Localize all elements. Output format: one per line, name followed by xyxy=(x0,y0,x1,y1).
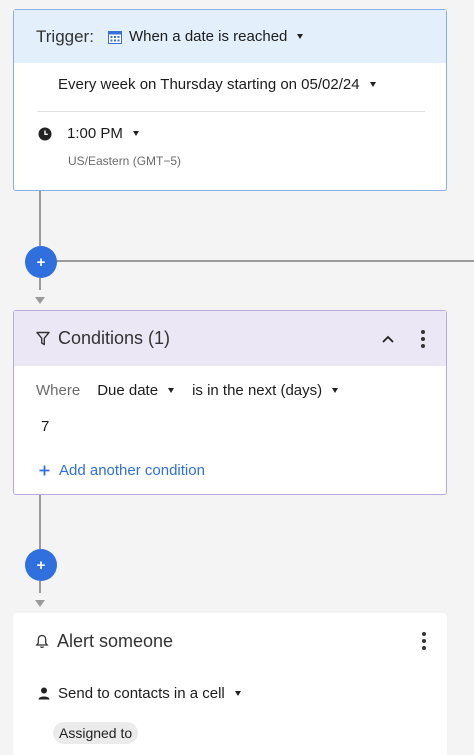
alert-card[interactable]: Alert someone Send to contacts in a cell… xyxy=(13,613,447,755)
contact-column-label: Assigned to xyxy=(53,722,139,744)
conditions-title: Conditions (1) xyxy=(58,328,171,348)
divider xyxy=(37,111,425,112)
person-icon xyxy=(38,687,50,705)
more-options-icon[interactable] xyxy=(414,329,432,348)
alert-title: Alert someone xyxy=(57,630,174,651)
add-step-button[interactable]: + xyxy=(25,549,57,581)
calendar-icon xyxy=(107,30,122,44)
recipient-mode-dropdown[interactable]: Send to contacts in a cell xyxy=(58,685,241,702)
field-dropdown[interactable]: Due date xyxy=(97,382,175,399)
chevron-down-icon xyxy=(168,388,175,393)
conditions-card[interactable]: Conditions (1) Where Due date is in the … xyxy=(13,310,447,495)
schedule-dropdown[interactable]: Every week on Thursday starting on 05/02… xyxy=(58,76,376,93)
trigger-header: Trigger: When a date is reached xyxy=(14,10,446,63)
connector-line xyxy=(39,494,41,549)
conditions-header: Conditions (1) xyxy=(14,311,446,366)
branch-connector-line xyxy=(56,260,474,262)
chevron-down-icon xyxy=(297,34,304,39)
chevron-down-icon xyxy=(132,131,139,136)
timezone-label: US/Eastern (GMT−5) xyxy=(68,154,182,168)
trigger-label: Trigger: xyxy=(36,26,94,46)
recipient-mode-value: Send to contacts in a cell xyxy=(58,685,225,702)
filter-icon xyxy=(36,331,50,346)
contact-column-chip[interactable]: Assigned to xyxy=(53,722,139,744)
trigger-type-dropdown[interactable]: When a date is reached xyxy=(107,28,304,45)
operator-dropdown[interactable]: is in the next (days) xyxy=(192,382,339,399)
condition-value-input[interactable]: 7 xyxy=(41,418,49,435)
connector-arrow xyxy=(35,297,45,304)
where-label: Where xyxy=(36,382,81,399)
time-dropdown[interactable]: 1:00 PM xyxy=(67,125,139,142)
chevron-down-icon xyxy=(332,388,339,393)
bell-icon xyxy=(35,634,49,649)
condition-row: Where Due date is in the next (days) xyxy=(36,382,339,399)
add-condition-label: Add another condition xyxy=(59,462,205,479)
schedule-value: Every week on Thursday starting on 05/02… xyxy=(58,76,360,93)
connector-line xyxy=(39,581,41,593)
plus-icon xyxy=(39,465,50,476)
chevron-down-icon xyxy=(234,691,241,696)
workflow-canvas: + + Trigger: When a date is reached Ever… xyxy=(0,0,474,755)
more-options-icon[interactable] xyxy=(415,632,433,650)
connector-line xyxy=(39,190,41,246)
clock-icon xyxy=(38,127,52,146)
trigger-type-value: When a date is reached xyxy=(128,28,288,45)
connector-line xyxy=(39,278,41,290)
connector-arrow xyxy=(35,600,45,607)
field-value: Due date xyxy=(97,382,159,399)
add-condition-link[interactable]: Add another condition xyxy=(39,462,205,479)
chevron-down-icon xyxy=(369,82,376,87)
time-value: 1:00 PM xyxy=(67,125,123,142)
operator-value: is in the next (days) xyxy=(192,382,323,399)
chevron-up-icon[interactable] xyxy=(382,335,394,343)
trigger-card[interactable]: Trigger: When a date is reached Every we… xyxy=(13,9,447,191)
add-step-button[interactable]: + xyxy=(25,246,57,278)
alert-header: Alert someone xyxy=(13,613,447,669)
